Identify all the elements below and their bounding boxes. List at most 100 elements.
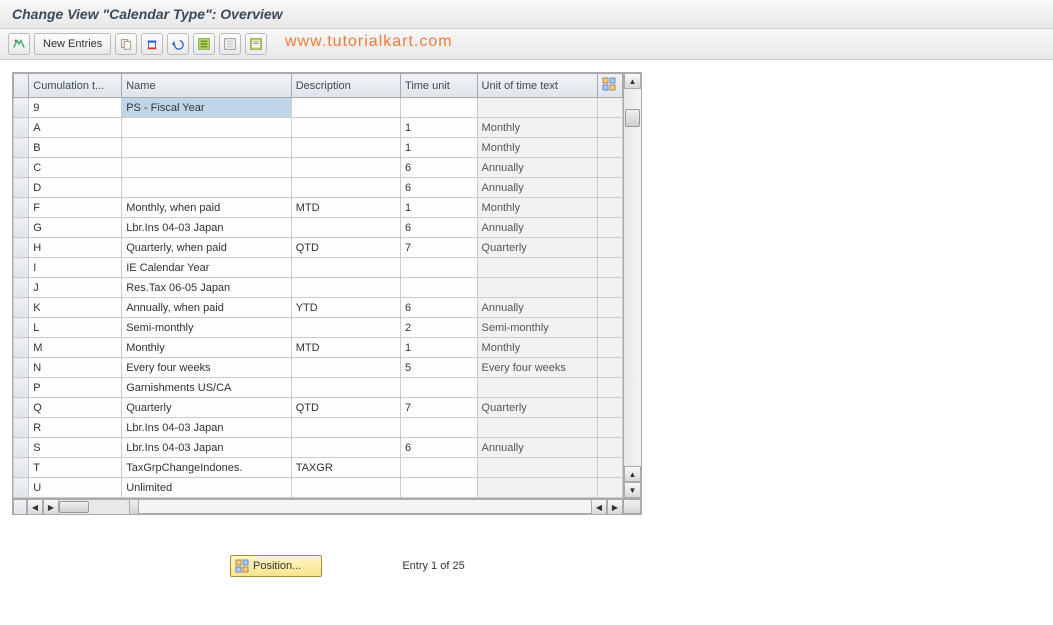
hscroll-right-button[interactable]: ▶ (43, 499, 59, 515)
toggle-change-button[interactable] (8, 33, 30, 55)
cell-time-unit[interactable] (401, 378, 478, 398)
cell-cumulation[interactable]: Q (29, 398, 122, 418)
row-select-handle[interactable] (14, 398, 29, 418)
deselect-all-button[interactable] (219, 33, 241, 55)
cell-cumulation[interactable]: T (29, 458, 122, 478)
cell-time-unit[interactable]: 1 (401, 338, 478, 358)
cell-name[interactable]: Monthly (122, 338, 291, 358)
cell-description[interactable] (291, 318, 400, 338)
row-select-handle[interactable] (14, 98, 29, 118)
column-header-description[interactable]: Description (291, 74, 400, 98)
cell-cumulation[interactable]: M (29, 338, 122, 358)
position-button[interactable]: Position... (230, 555, 322, 577)
column-header-cumulation[interactable]: Cumulation t... (29, 74, 122, 98)
cell-name[interactable] (122, 138, 291, 158)
cell-time-unit[interactable]: 1 (401, 198, 478, 218)
cell-time-unit[interactable]: 6 (401, 178, 478, 198)
hscroll-thumb[interactable] (59, 501, 89, 513)
cell-cumulation[interactable]: 9 (29, 98, 122, 118)
cell-time-unit[interactable]: 2 (401, 318, 478, 338)
cell-description[interactable] (291, 178, 400, 198)
cell-name[interactable] (122, 118, 291, 138)
cell-name[interactable]: Every four weeks (122, 358, 291, 378)
hscroll-left-end-button[interactable]: ◀ (591, 499, 607, 515)
cell-cumulation[interactable]: I (29, 258, 122, 278)
cell-time-unit[interactable] (401, 458, 478, 478)
row-select-handle[interactable] (14, 378, 29, 398)
cell-cumulation[interactable]: K (29, 298, 122, 318)
column-config-button[interactable] (597, 74, 622, 98)
row-select-handle[interactable] (14, 138, 29, 158)
cell-cumulation[interactable]: F (29, 198, 122, 218)
cell-name[interactable]: Res.Tax 06-05 Japan (122, 278, 291, 298)
cell-name[interactable]: Monthly, when paid (122, 198, 291, 218)
cell-time-unit[interactable] (401, 418, 478, 438)
row-select-handle[interactable] (14, 458, 29, 478)
row-select-handle[interactable] (14, 358, 29, 378)
column-header-unit-text[interactable]: Unit of time text (477, 74, 597, 98)
cell-time-unit[interactable]: 1 (401, 138, 478, 158)
row-select-handle[interactable] (14, 298, 29, 318)
cell-cumulation[interactable]: G (29, 218, 122, 238)
row-select-handle[interactable] (14, 438, 29, 458)
delete-button[interactable] (141, 33, 163, 55)
copy-button[interactable] (115, 33, 137, 55)
cell-name[interactable]: Quarterly, when paid (122, 238, 291, 258)
scroll-up-button[interactable]: ▲ (624, 73, 641, 89)
cell-time-unit[interactable]: 1 (401, 118, 478, 138)
cell-cumulation[interactable]: L (29, 318, 122, 338)
cell-time-unit[interactable]: 5 (401, 358, 478, 378)
cell-time-unit[interactable] (401, 98, 478, 118)
cell-time-unit[interactable]: 6 (401, 218, 478, 238)
cell-name[interactable]: Unlimited (122, 478, 291, 498)
cell-description[interactable]: MTD (291, 338, 400, 358)
cell-description[interactable] (291, 438, 400, 458)
cell-name[interactable]: IE Calendar Year (122, 258, 291, 278)
cell-name[interactable]: Garnishments US/CA (122, 378, 291, 398)
row-select-handle[interactable] (14, 478, 29, 498)
horizontal-scrollbar[interactable]: ◀ ▶ ◀ ▶ (13, 498, 641, 514)
cell-name[interactable]: PS - Fiscal Year (122, 98, 291, 118)
row-select-handle[interactable] (14, 318, 29, 338)
cell-time-unit[interactable]: 6 (401, 298, 478, 318)
scroll-down-button[interactable]: ▼ (624, 482, 641, 498)
cell-time-unit[interactable] (401, 478, 478, 498)
cell-description[interactable] (291, 358, 400, 378)
cell-name[interactable] (122, 158, 291, 178)
row-select-handle[interactable] (14, 238, 29, 258)
cell-description[interactable]: QTD (291, 398, 400, 418)
scroll-track[interactable] (624, 89, 641, 466)
row-select-handle[interactable] (14, 338, 29, 358)
vertical-scrollbar[interactable]: ▲ ▲ ▼ (623, 73, 641, 498)
cell-description[interactable] (291, 378, 400, 398)
scroll-down-button-upper[interactable]: ▲ (624, 466, 641, 482)
cell-time-unit[interactable]: 7 (401, 398, 478, 418)
column-header-time-unit[interactable]: Time unit (401, 74, 478, 98)
new-entries-button[interactable]: New Entries (34, 33, 111, 55)
cell-cumulation[interactable]: C (29, 158, 122, 178)
hscroll-track[interactable] (59, 499, 129, 515)
cell-name[interactable]: Lbr.Ins 04-03 Japan (122, 418, 291, 438)
cell-name[interactable]: Semi-monthly (122, 318, 291, 338)
cell-name[interactable] (122, 178, 291, 198)
cell-name[interactable]: TaxGrpChangeIndones. (122, 458, 291, 478)
cell-time-unit[interactable] (401, 278, 478, 298)
cell-description[interactable] (291, 418, 400, 438)
cell-cumulation[interactable]: U (29, 478, 122, 498)
cell-name[interactable]: Lbr.Ins 04-03 Japan (122, 218, 291, 238)
scroll-thumb[interactable] (625, 109, 640, 127)
cell-cumulation[interactable]: N (29, 358, 122, 378)
cell-name[interactable]: Lbr.Ins 04-03 Japan (122, 438, 291, 458)
cell-time-unit[interactable] (401, 258, 478, 278)
column-header-name[interactable]: Name (122, 74, 291, 98)
cell-description[interactable]: MTD (291, 198, 400, 218)
cell-description[interactable] (291, 478, 400, 498)
row-select-handle[interactable] (14, 198, 29, 218)
row-select-handle[interactable] (14, 158, 29, 178)
cell-cumulation[interactable]: H (29, 238, 122, 258)
cell-description[interactable] (291, 278, 400, 298)
hscroll-splitter[interactable] (129, 499, 139, 515)
cell-description[interactable]: TAXGR (291, 458, 400, 478)
cell-name[interactable]: Annually, when paid (122, 298, 291, 318)
select-all-rows-handle[interactable] (14, 74, 29, 98)
